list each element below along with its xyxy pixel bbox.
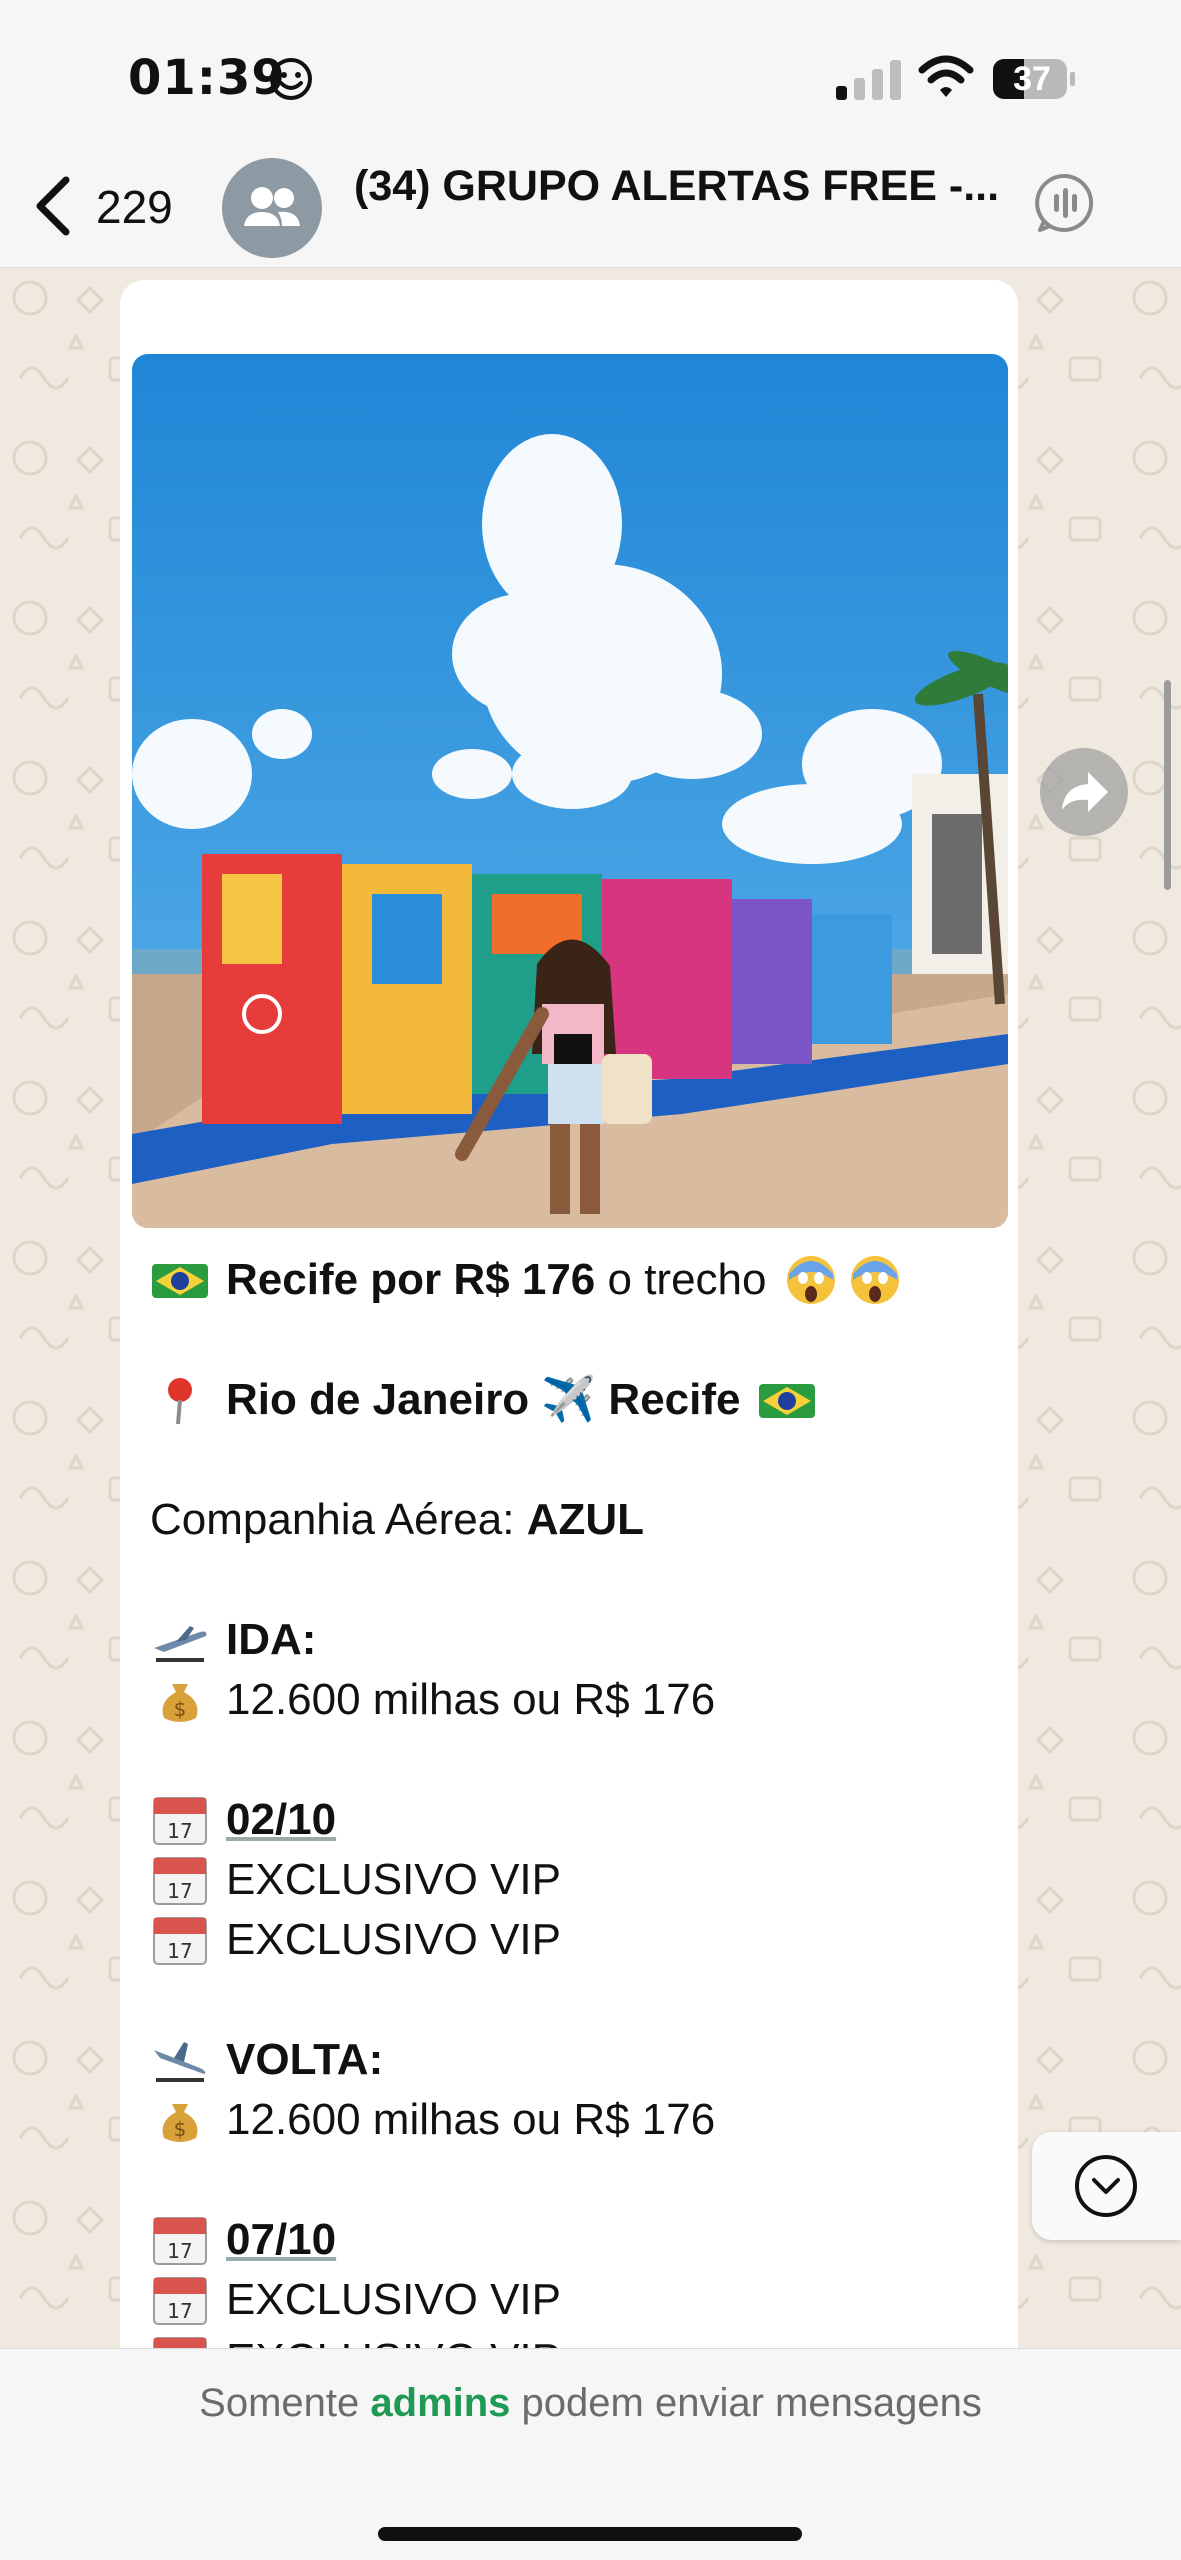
pin-icon [168, 1378, 192, 1425]
top-bar: 01:39 37 229 (34) GRUPO ALERTAS FREE -..… [0, 0, 1181, 268]
line-route: Rio de Janeiro ✈️ Recife [150, 1370, 990, 1430]
unread-count[interactable]: 229 [96, 180, 173, 234]
airplane-departure-icon [154, 1626, 207, 1662]
message-text: Recife por R$ 176 o trecho Rio de Janeir… [150, 1250, 990, 2348]
notice-admins-link[interactable]: admins [370, 2381, 510, 2425]
group-avatar-icon [244, 187, 300, 226]
calendar-icon: 17 [153, 2337, 207, 2348]
svg-text:$: $ [174, 2117, 187, 2141]
title-rest: o trecho [595, 1255, 767, 1304]
admins-only-notice: Somente admins podem enviar mensagens [0, 2381, 1181, 2426]
svg-text:17: 17 [167, 1879, 192, 1903]
svg-text:17: 17 [167, 1939, 192, 1963]
ida-price: 12.600 milhas ou R$ 176 [226, 1675, 716, 1724]
svg-text:17: 17 [167, 1819, 192, 1843]
svg-text:$: $ [174, 1697, 187, 1721]
money-bag-icon: $ [162, 2104, 198, 2142]
volta-date[interactable]: 07/10 [226, 2210, 336, 2270]
airline-name: AZUL [526, 1495, 644, 1544]
calendar-icon: 17 [153, 2217, 207, 2265]
voice-chat-icon[interactable] [1034, 172, 1096, 234]
airline-label: Companhia Aérea: [150, 1495, 527, 1544]
money-bag-icon: $ [162, 1684, 198, 1722]
group-avatar[interactable] [222, 158, 322, 258]
home-indicator[interactable] [378, 2527, 802, 2541]
wifi-icon [918, 55, 974, 97]
scream-face-icon [786, 1256, 835, 1304]
line-volta-vip1: 17 EXCLUSIVO VIP [150, 2270, 990, 2330]
calendar-icon: 17 [153, 1917, 207, 1965]
notice-suffix: podem enviar mensagens [510, 2381, 982, 2425]
line-ida-date: 17 02/10 [150, 1790, 990, 1850]
line-volta: VOLTA: [150, 2030, 990, 2090]
brazil-flag-icon [758, 1384, 815, 1418]
chat-area[interactable]: Recife por R$ 176 o trecho Rio de Janeir… [0, 268, 1181, 2348]
route-text: Rio de Janeiro ✈️ Recife [226, 1375, 741, 1424]
ida-label: IDA: [226, 1615, 317, 1664]
line-volta-price: $ 12.600 milhas ou R$ 176 [150, 2090, 990, 2150]
bottom-bar: Somente admins podem enviar mensagens [0, 2348, 1181, 2560]
line-volta-date: 17 07/10 [150, 2210, 990, 2270]
airplane-arrival-icon [154, 2042, 206, 2082]
smiley-icon [270, 58, 312, 100]
volta-price: 12.600 milhas ou R$ 176 [226, 2095, 716, 2144]
ida-date[interactable]: 02/10 [226, 1790, 336, 1850]
ida-vip-1: EXCLUSIVO VIP [226, 1855, 562, 1904]
scream-face-icon [850, 1256, 899, 1304]
status-time: 01:39 [128, 50, 286, 106]
title-bold: Recife por R$ 176 [226, 1255, 596, 1304]
svg-text:17: 17 [167, 2239, 192, 2263]
forward-icon [1062, 772, 1108, 812]
ida-vip-2: EXCLUSIVO VIP [226, 1915, 562, 1964]
scrollbar[interactable] [1164, 680, 1171, 890]
line-airline: Companhia Aérea: AZUL [150, 1490, 990, 1550]
calendar-icon: 17 [153, 2277, 207, 2325]
chat-title[interactable]: (34) GRUPO ALERTAS FREE -... [354, 162, 1004, 211]
line-ida-vip1: 17 EXCLUSIVO VIP [150, 1850, 990, 1910]
recife-photo[interactable] [132, 354, 1008, 1228]
scroll-to-bottom-button[interactable] [1032, 2132, 1181, 2240]
notice-prefix: Somente [199, 2381, 371, 2425]
line-ida-price: $ 12.600 milhas ou R$ 176 [150, 1670, 990, 1730]
calendar-icon: 17 [153, 1797, 207, 1845]
line-volta-vip2: 17 EXCLUSIVO VIP [150, 2330, 990, 2348]
calendar-icon: 17 [153, 1857, 207, 1905]
forward-button[interactable] [1040, 748, 1128, 836]
volta-label: VOLTA: [226, 2035, 384, 2084]
battery-level: 37 [1013, 60, 1051, 98]
message-bubble[interactable]: Recife por R$ 176 o trecho Rio de Janeir… [120, 280, 1018, 2348]
back-chevron-icon[interactable] [30, 176, 74, 236]
line-ida-vip2: 17 EXCLUSIVO VIP [150, 1910, 990, 1970]
line-title: Recife por R$ 176 o trecho [150, 1250, 990, 1310]
signal-icon [836, 60, 901, 100]
brazil-flag-icon [152, 1264, 208, 1298]
svg-text:17: 17 [167, 2299, 192, 2323]
volta-vip-2: EXCLUSIVO VIP [226, 2330, 561, 2348]
volta-vip-1: EXCLUSIVO VIP [226, 2275, 562, 2324]
line-ida: IDA: [150, 1610, 990, 1670]
chevron-down-icon [1075, 2155, 1137, 2217]
